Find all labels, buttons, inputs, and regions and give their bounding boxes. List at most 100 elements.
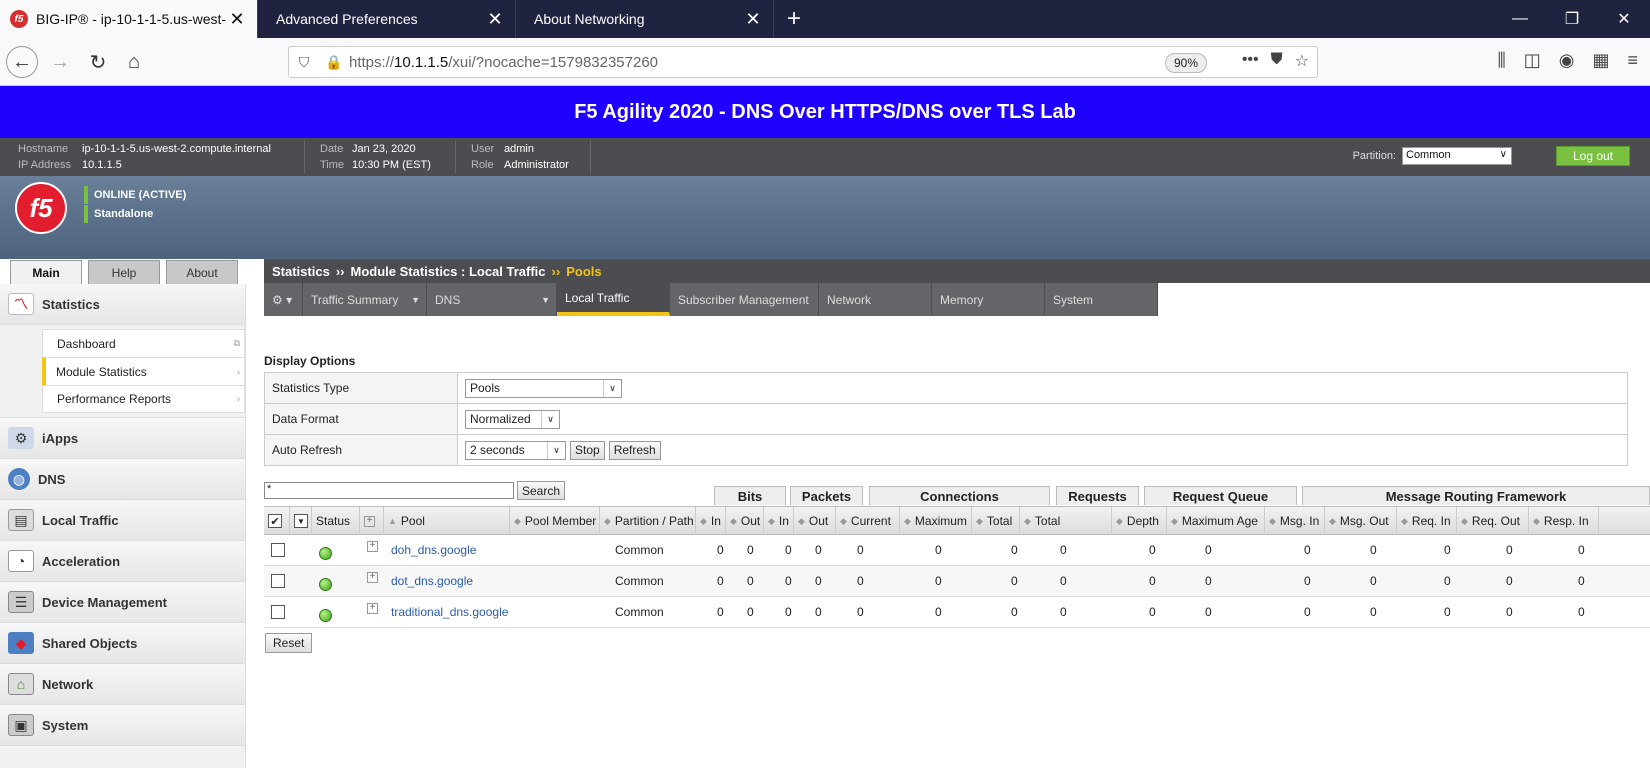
sidebar-item-shared-objects[interactable]: ◆ Shared Objects [0,623,245,664]
close-tab-icon[interactable]: ✕ [743,9,763,30]
browser-tab-bigip[interactable]: f5 BIG-IP® - ip-10-1-1-5.us-west- ✕ [0,0,258,38]
menu-memory[interactable]: Memory [932,283,1045,316]
column-header-req-out[interactable]: ◆ Req. Out [1457,507,1529,535]
pocket-icon[interactable]: ⛊ [1271,51,1283,71]
bookmark-star-icon[interactable]: ☆ [1295,51,1309,71]
sidebar-item-local-traffic[interactable]: ▤ Local Traffic [0,500,245,541]
menu-subscriber-management[interactable]: Subscriber Management [670,283,819,316]
sort-icon: ◆ [768,515,775,526]
search-button[interactable]: Search [517,481,566,500]
column-header-connections-total[interactable]: ◆ Total [972,507,1020,535]
refresh-button[interactable]: Refresh [608,440,661,460]
forward-arrow-icon[interactable]: → [44,46,76,78]
column-header-packets-in[interactable]: ◆ In [764,507,794,535]
row-checkbox[interactable] [271,574,285,588]
column-header-maximum[interactable]: ◆ Maximum [900,507,972,535]
library-icon[interactable]: ⫼ [1497,50,1505,71]
column-header-packets-out[interactable]: ◆ Out [794,507,836,535]
back-arrow-icon[interactable]: ← [6,46,38,78]
menu-icon[interactable]: ≡ [1627,50,1638,71]
menu-system[interactable]: System [1045,283,1158,316]
menu-network[interactable]: Network [819,283,932,316]
restore-icon[interactable]: ❐ [1546,0,1598,38]
column-header-msg-in[interactable]: ◆ Msg. In [1265,507,1325,535]
column-header-status[interactable]: Status [312,507,360,535]
row-checkbox[interactable] [271,543,285,557]
column-header-pool-member[interactable]: ◆ Pool Member [510,507,600,535]
partition-select[interactable]: Common [1402,147,1512,165]
more-actions-icon[interactable]: ••• [1242,51,1259,71]
time-label: Time [320,159,345,171]
group-header-requests: Requests [1056,486,1139,505]
pool-name-link[interactable]: traditional_dns.google [391,597,508,627]
zoom-level[interactable]: 90% [1164,53,1207,73]
reload-icon[interactable]: ↻ [82,46,114,78]
home-icon[interactable]: ⌂ [118,46,150,78]
sidebar-toggle-icon[interactable]: ◫ [1524,50,1541,71]
column-header-maximum-age[interactable]: ◆ Maximum Age [1167,507,1265,535]
column-header-bits-out[interactable]: ◆ Out [726,507,764,535]
menu-traffic-summary[interactable]: Traffic Summary ▼ [303,283,427,316]
sidebar-item-label: Statistics [42,296,100,312]
shield-icon[interactable]: ⛉ [289,54,319,71]
close-tab-icon[interactable]: ✕ [485,9,505,30]
breadcrumb-module-statistics[interactable]: Module Statistics : Local Traffic [350,264,545,279]
column-header-current[interactable]: ◆ Current [836,507,900,535]
sidebar-item-iapps[interactable]: ⚙ iApps [0,418,245,459]
account-icon[interactable]: ◉ [1559,50,1575,71]
browser-tab-advanced-preferences[interactable]: Advanced Preferences ✕ [258,0,516,38]
menu-dns[interactable]: DNS ▼ [427,283,557,316]
extensions-icon[interactable]: ▦ [1592,50,1609,71]
column-header-msg-out[interactable]: ◆ Msg. Out [1325,507,1397,535]
lock-warning-icon[interactable]: 🔒 [319,54,349,71]
auto-refresh-select[interactable]: 2 seconds ∨ [465,440,566,460]
search-input[interactable]: * [264,482,514,499]
sidebar-subitem-module-statistics[interactable]: Module Statistics › [42,357,245,385]
sidebar-item-network[interactable]: ⌂ Network [0,664,245,705]
data-format-select[interactable]: Normalized ∨ [465,409,560,429]
url-text[interactable]: https://10.1.1.5/xui/?nocache=1579832357… [349,54,658,71]
stat-value: 0 [857,574,864,588]
expand-row-icon[interactable]: + [367,602,378,614]
pool-name-link[interactable]: doh_dns.google [391,535,476,565]
tab-help[interactable]: Help [88,260,160,284]
new-tab-icon[interactable]: + [774,0,814,38]
column-header-depth[interactable]: ◆ Depth [1112,507,1167,535]
pool-name-link[interactable]: dot_dns.google [391,566,473,596]
stop-button[interactable]: Stop [570,440,605,460]
column-header-resp-in[interactable]: ◆ Resp. In [1529,507,1599,535]
select-all-checkbox[interactable]: ✔ [268,514,282,528]
sidebar-subitem-dashboard[interactable]: Dashboard ⧉ [42,329,245,357]
sidebar-item-dns[interactable]: ◍ DNS [0,459,245,500]
row-checkbox[interactable] [271,605,285,619]
sidebar-item-statistics[interactable]: 〽 Statistics [0,284,245,325]
url-bar[interactable]: ⛉ 🔒 https://10.1.1.5/xui/?nocache=157983… [288,46,1318,78]
sidebar-item-system[interactable]: ▣ System [0,705,245,746]
tab-about[interactable]: About [166,260,238,284]
stat-value: 0 [935,605,942,619]
browser-tab-about-networking[interactable]: About Networking ✕ [516,0,774,38]
column-options-dropdown[interactable]: ▼ [290,507,312,535]
reset-button[interactable]: Reset [265,633,313,653]
statistics-type-select[interactable]: Pools ∨ [465,378,622,398]
expand-row-icon[interactable]: + [367,540,378,552]
logout-button[interactable]: Log out [1556,146,1630,166]
sort-icon: ◆ [604,515,611,526]
expand-row-icon[interactable]: + [367,571,378,583]
close-tab-icon[interactable]: ✕ [227,9,247,30]
column-header-bits-in[interactable]: ◆ In [696,507,726,535]
minimize-icon[interactable]: — [1494,0,1546,38]
menu-local-traffic[interactable]: Local Traffic [557,283,670,316]
close-window-icon[interactable]: ✕ [1598,0,1650,38]
column-header-partition-path[interactable]: ◆ Partition / Path [600,507,696,535]
column-header-pool[interactable]: ▲ Pool [384,507,510,535]
breadcrumb-statistics[interactable]: Statistics [272,264,330,279]
sidebar-subitem-performance-reports[interactable]: Performance Reports › [42,385,245,413]
column-header-requests-total[interactable]: ◆ Total [1020,507,1112,535]
group-header-bits: Bits [714,486,786,505]
gear-menu-icon[interactable]: ⚙ ▾ [264,283,303,316]
sidebar-item-device-management[interactable]: ☰ Device Management [0,582,245,623]
tab-main[interactable]: Main [10,260,82,284]
column-header-req-in[interactable]: ◆ Req. In [1397,507,1457,535]
sidebar-item-acceleration[interactable]: ◔ Acceleration [0,541,245,582]
